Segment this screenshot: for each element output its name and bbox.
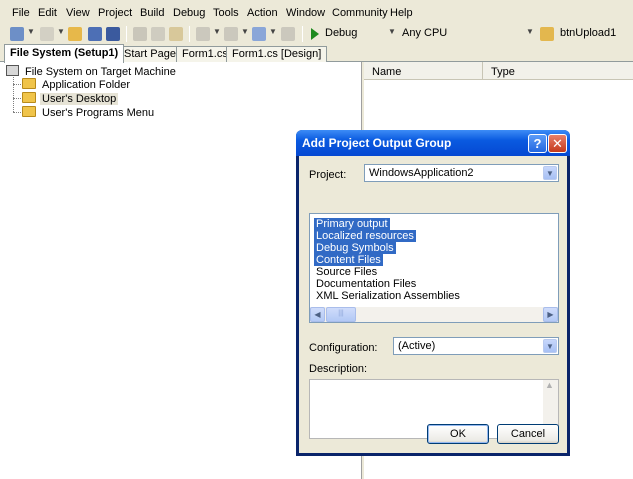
tab-start-page[interactable]: Start Page: [118, 46, 182, 62]
chevron-down-icon[interactable]: ▼: [526, 27, 534, 36]
dialog-body: Project: WindowsApplication2 ▼ Primary o…: [299, 156, 567, 453]
folder-icon: [22, 106, 36, 117]
configuration-value: Debug: [325, 27, 358, 39]
menu-bar: File Edit View Project Build Debug Tools…: [0, 0, 633, 24]
standard-toolbar: ▼ ▼ ▼ ▼ ▼ Debug ▼ Any CPU ▼ btnUpload1: [0, 24, 633, 44]
column-header-type[interactable]: Type: [483, 62, 633, 80]
chevron-down-icon[interactable]: ▼: [27, 27, 35, 36]
tree-root[interactable]: File System on Target Machine: [6, 65, 178, 79]
navigate-backward-icon[interactable]: [252, 27, 266, 41]
project-label: Project:: [309, 169, 347, 181]
chevron-down-icon[interactable]: ▼: [213, 27, 221, 36]
navigate-forward-icon[interactable]: [281, 27, 295, 41]
undo-icon[interactable]: [196, 27, 210, 41]
menu-project[interactable]: Project: [98, 7, 132, 19]
menu-community[interactable]: Community: [332, 7, 388, 19]
menu-help[interactable]: Help: [390, 7, 413, 19]
cut-icon[interactable]: [133, 27, 147, 41]
menu-debug[interactable]: Debug: [173, 7, 205, 19]
tree-connector: [13, 98, 21, 99]
cancel-button[interactable]: Cancel: [497, 424, 559, 444]
menu-file[interactable]: File: [12, 7, 30, 19]
chevron-down-icon[interactable]: ▼: [57, 27, 65, 36]
tree-item-users-programs-menu[interactable]: User's Programs Menu: [22, 106, 156, 120]
scroll-up-icon[interactable]: ▲: [545, 380, 554, 390]
tree-item-application-folder[interactable]: Application Folder: [22, 78, 132, 92]
save-icon[interactable]: [88, 27, 102, 41]
tree-root-label: File System on Target Machine: [25, 66, 176, 78]
output-group-item[interactable]: Content Files: [314, 254, 383, 266]
description-label: Description:: [309, 363, 368, 375]
output-group-item[interactable]: XML Serialization Assemblies: [314, 290, 462, 302]
solution-platform-select[interactable]: Any CPU: [400, 26, 510, 42]
add-project-output-group-dialog: Add Project Output Group ? ✕ Project: Wi…: [296, 130, 570, 456]
horizontal-scrollbar[interactable]: ◀ ||| ▶: [310, 307, 558, 322]
menu-edit[interactable]: Edit: [38, 7, 57, 19]
project-select[interactable]: WindowsApplication2 ▼: [364, 164, 559, 182]
toolbar-separator: [189, 26, 190, 42]
output-group-item[interactable]: Primary output: [314, 218, 390, 230]
redo-icon[interactable]: [224, 27, 238, 41]
toolbar-separator: [302, 26, 303, 42]
chevron-down-icon[interactable]: ▼: [543, 166, 557, 180]
menu-tools[interactable]: Tools: [213, 7, 239, 19]
folder-icon: [22, 78, 36, 89]
document-tabs: File System (Setup1) Start Page Form1.cs…: [0, 44, 633, 63]
platform-value: Any CPU: [402, 27, 448, 39]
find-value: btnUpload1: [560, 27, 617, 39]
save-all-icon[interactable]: [106, 27, 120, 41]
configuration-select-value: (Active): [398, 340, 436, 352]
menu-view[interactable]: View: [66, 7, 90, 19]
ok-button[interactable]: OK: [427, 424, 489, 444]
chevron-down-icon[interactable]: ▼: [388, 27, 396, 36]
paste-icon[interactable]: [169, 27, 183, 41]
solution-configuration-select[interactable]: Debug: [323, 26, 393, 42]
project-value: WindowsApplication2: [369, 167, 474, 179]
scroll-right-icon[interactable]: ▶: [543, 307, 558, 322]
menu-action[interactable]: Action: [247, 7, 278, 19]
tab-file-system[interactable]: File System (Setup1): [4, 44, 125, 63]
tab-form1-design[interactable]: Form1.cs [Design]: [226, 46, 328, 62]
folder-icon: [22, 92, 36, 103]
find-combo[interactable]: btnUpload1: [558, 26, 633, 42]
output-group-item[interactable]: Localized resources: [314, 230, 416, 242]
scroll-thumb[interactable]: |||: [326, 307, 356, 322]
tree-item-label: User's Desktop: [40, 93, 119, 105]
tree-item-users-desktop[interactable]: User's Desktop: [22, 92, 119, 106]
open-folder-icon[interactable]: [68, 27, 82, 41]
chevron-down-icon[interactable]: ▼: [269, 27, 277, 36]
menu-window[interactable]: Window: [286, 7, 325, 19]
start-debugging-icon[interactable]: [311, 28, 319, 40]
output-group-item[interactable]: Documentation Files: [314, 278, 418, 290]
new-project-icon[interactable]: [10, 27, 24, 41]
tree-item-label: Application Folder: [42, 79, 131, 91]
scroll-left-icon[interactable]: ◀: [310, 307, 325, 322]
output-group-item[interactable]: Debug Symbols: [314, 242, 396, 254]
close-button[interactable]: ✕: [548, 134, 567, 153]
output-group-list[interactable]: Primary output Localized resources Debug S…: [309, 213, 559, 323]
help-button[interactable]: ?: [528, 134, 547, 153]
tree-connector: [13, 84, 21, 85]
copy-icon[interactable]: [151, 27, 165, 41]
computer-icon: [6, 65, 19, 76]
dialog-titlebar[interactable]: Add Project Output Group ? ✕: [296, 130, 570, 156]
find-in-files-icon[interactable]: [540, 27, 554, 41]
tree-connector: [13, 112, 21, 113]
toolbar-separator: [126, 26, 127, 42]
configuration-select[interactable]: (Active) ▼: [393, 337, 559, 355]
chevron-down-icon[interactable]: ▼: [543, 339, 557, 353]
column-header-name[interactable]: Name: [364, 62, 483, 80]
chevron-down-icon[interactable]: ▼: [241, 27, 249, 36]
dialog-title: Add Project Output Group: [302, 136, 452, 150]
output-group-item[interactable]: Source Files: [314, 266, 379, 278]
menu-build[interactable]: Build: [140, 7, 164, 19]
configuration-label: Configuration:: [309, 342, 378, 354]
help-icon: ?: [533, 136, 542, 151]
close-icon: ✕: [552, 136, 563, 151]
add-item-icon[interactable]: [40, 27, 54, 41]
tree-item-label: User's Programs Menu: [42, 107, 155, 119]
tree-connector: [13, 77, 14, 112]
